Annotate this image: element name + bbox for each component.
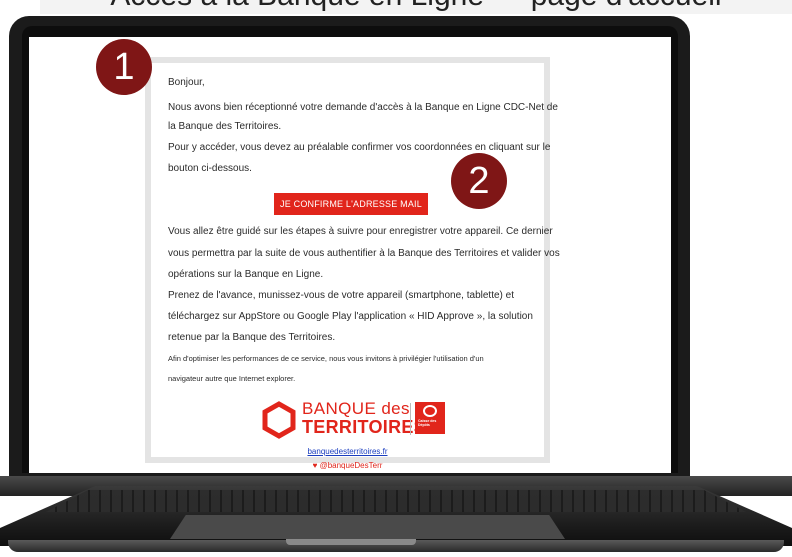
cdc-ring-icon	[423, 405, 437, 417]
laptop-screen: Bonjour, Nous avons bien réceptionné vot…	[29, 37, 671, 473]
paragraph-4-line-3: retenue par la Banque des Territoires.	[168, 332, 336, 343]
caisse-des-depots-logo: Caisse des Dépôts	[415, 402, 445, 434]
logo-separator	[410, 403, 411, 435]
step-badge-1: 1	[96, 39, 152, 95]
top-caption: Accès à la Banque en Ligne — page d'accu…	[40, 0, 792, 14]
confirm-email-button[interactable]: JE CONFIRME L'ADRESSE MAIL	[274, 193, 428, 215]
logo-text-line-2: TERRITOIRES	[302, 417, 426, 437]
logo-text-line-1: BANQUE des	[302, 399, 410, 418]
paragraph-4-line-1: Prenez de l'avance, munissez-vous de vot…	[168, 290, 514, 301]
paragraph-1-line-1: Nous avons bien réceptionné votre demand…	[168, 102, 558, 113]
paragraph-4-line-2: téléchargez sur AppStore ou Google Play …	[168, 311, 533, 322]
paragraph-3-line-2: vous permettra par la suite de vous auth…	[168, 248, 560, 259]
twitter-icon: ♥	[312, 461, 320, 470]
banque-des-territoires-logo: BANQUE des TERRITOIRES Caisse des Dépôts	[262, 397, 462, 443]
twitter-handle[interactable]: ♥ @banqueDesTerr	[151, 461, 544, 470]
keyboard	[46, 490, 746, 512]
trackpad	[170, 515, 565, 539]
paragraph-2-line-1: Pour y accéder, vous devez au préalable …	[168, 142, 551, 153]
email-body: Bonjour, Nous avons bien réceptionné vot…	[151, 63, 560, 470]
browser-note-line-1: Afin d'optimiser les performances de ce …	[168, 354, 484, 363]
laptop-notch	[286, 539, 416, 545]
step-badge-2: 2	[451, 153, 507, 209]
paragraph-3-line-3: opérations sur la Banque en Ligne.	[168, 269, 324, 280]
cdc-logo-text: Caisse des Dépôts	[418, 419, 437, 427]
greeting: Bonjour,	[168, 77, 205, 88]
paragraph-3-line-1: Vous allez être guidé sur les étapes à s…	[168, 226, 553, 237]
paragraph-1-line-2: la Banque des Territoires.	[168, 121, 282, 132]
paragraph-2-line-2: bouton ci-dessous.	[168, 163, 252, 174]
email-frame: Bonjour, Nous avons bien réceptionné vot…	[145, 57, 560, 470]
hexagon-logo-icon	[262, 401, 296, 439]
twitter-handle-text: @banqueDesTerr	[319, 461, 383, 470]
website-link[interactable]: banquedesterritoires.fr	[151, 447, 544, 456]
browser-note-line-2: navigateur autre que Internet explorer.	[168, 374, 296, 383]
